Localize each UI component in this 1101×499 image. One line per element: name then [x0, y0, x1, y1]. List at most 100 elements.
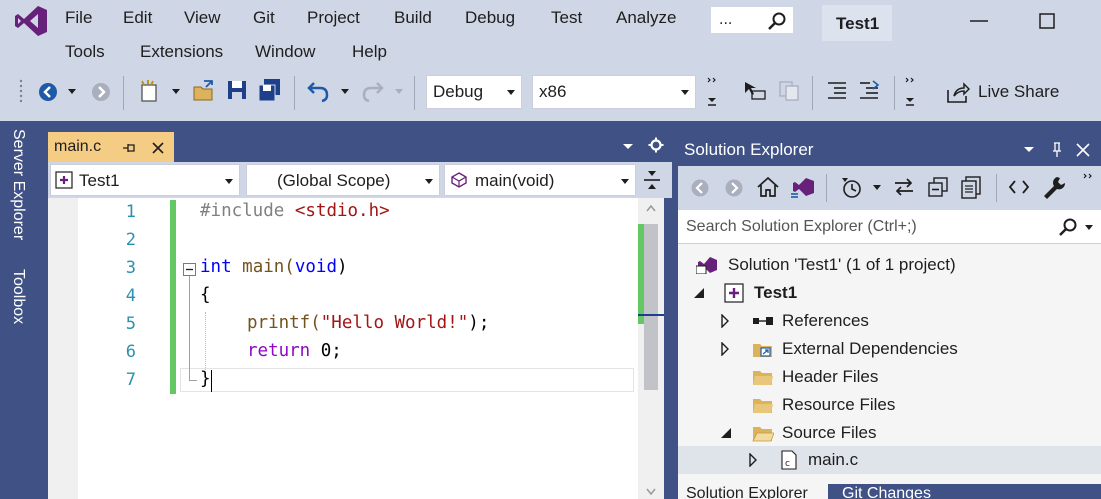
navigate-back-icon[interactable]	[37, 81, 59, 103]
tree-item-external-dependencies[interactable]: External Dependencies	[690, 335, 1090, 363]
toolbar-grip-icon[interactable]	[18, 78, 24, 104]
toolbox-tab[interactable]: Toolbox	[0, 269, 38, 349]
collapsed-arrow-icon[interactable]	[720, 314, 730, 328]
bottom-tab-git-changes[interactable]: Git Changes	[832, 484, 944, 499]
save-icon[interactable]	[226, 79, 248, 101]
preprocessor-directive: #include	[200, 201, 285, 221]
editor-tab-main-c[interactable]: main.c	[48, 132, 174, 162]
redo-dropdown-chevron-icon[interactable]	[394, 88, 404, 96]
tree-item-project[interactable]: Test1	[690, 279, 1090, 307]
collapse-all-icon[interactable]	[926, 176, 950, 198]
new-dropdown-chevron-icon[interactable]	[171, 88, 181, 96]
platform-dropdown-arrow-icon	[681, 90, 689, 95]
search-options-chevron-icon[interactable]	[1084, 224, 1094, 232]
bottom-tab-solution-explorer[interactable]: Solution Explorer	[678, 484, 828, 499]
menu-git[interactable]: Git	[253, 8, 275, 28]
search-input[interactable]: ...	[710, 6, 794, 34]
tree-item-resource-files[interactable]: Resource Files	[690, 391, 1090, 419]
show-all-files-icon[interactable]	[960, 175, 984, 199]
code-editor[interactable]	[48, 198, 664, 499]
scope-select[interactable]: (Global Scope)	[246, 164, 440, 196]
tree-item-main-c[interactable]: c main.c	[678, 446, 1101, 474]
view-code-icon[interactable]	[1008, 178, 1030, 196]
scrollbar-thumb[interactable]	[644, 224, 658, 390]
menu-test[interactable]: Test	[551, 8, 582, 28]
step-into-icon[interactable]	[742, 79, 768, 103]
editor-margin	[48, 198, 78, 499]
open-file-icon[interactable]	[192, 79, 216, 103]
menu-file[interactable]: File	[65, 8, 92, 28]
tree-item-source-files[interactable]: Source Files	[690, 419, 1090, 447]
collapsed-arrow-icon[interactable]	[720, 342, 730, 356]
sync-with-active-document-icon[interactable]	[892, 176, 916, 198]
navigate-forward-icon[interactable]	[90, 81, 112, 103]
home-icon[interactable]	[756, 176, 780, 198]
expanded-arrow-icon[interactable]	[693, 287, 705, 299]
se-forward-icon[interactable]	[724, 178, 744, 198]
redo-icon[interactable]	[361, 79, 385, 103]
tree-item-references[interactable]: References	[690, 307, 1090, 335]
se-toolbar-overflow-icon[interactable]	[1082, 172, 1094, 186]
member-select[interactable]: main(void)	[444, 164, 636, 196]
menu-debug[interactable]: Debug	[465, 8, 515, 28]
close-tab-icon[interactable]	[150, 140, 166, 156]
member-value: main(void)	[475, 171, 555, 190]
visual-studio-logo-icon[interactable]	[14, 4, 48, 38]
editor-navigation-bar: Test1 (Global Scope) main(void)	[48, 162, 672, 198]
server-explorer-tab[interactable]: Server Explorer	[0, 129, 38, 261]
function-name: main(	[242, 257, 295, 277]
se-back-icon[interactable]	[690, 178, 710, 198]
editor-settings-gear-icon[interactable]	[648, 137, 664, 153]
filter-dropdown-chevron-icon[interactable]	[872, 184, 882, 192]
menu-help[interactable]: Help	[352, 42, 387, 62]
scope-value: (Global Scope)	[277, 171, 391, 190]
undo-icon[interactable]	[306, 79, 330, 103]
split-editor-icon[interactable]	[642, 168, 662, 192]
save-all-icon[interactable]	[257, 78, 283, 102]
minimize-icon[interactable]	[968, 14, 990, 28]
tree-item-solution[interactable]: Solution 'Test1' (1 of 1 project)	[690, 251, 1090, 279]
string-literal: "Hello World!"	[320, 313, 469, 333]
menu-extensions[interactable]: Extensions	[140, 42, 223, 62]
scroll-up-arrow-icon[interactable]	[646, 204, 656, 212]
solution-explorer-search-input[interactable]: Search Solution Explorer (Ctrl+;)	[678, 210, 1101, 244]
scroll-down-arrow-icon[interactable]	[646, 488, 656, 496]
pin-tab-icon[interactable]	[122, 142, 136, 154]
references-icon	[753, 317, 773, 325]
toolbox-label: Toolbox	[10, 269, 27, 325]
properties-wrench-icon[interactable]	[1042, 175, 1066, 199]
menu-view[interactable]: View	[184, 8, 221, 28]
toolbar-overflow-2-icon[interactable]	[904, 76, 916, 108]
menu-build[interactable]: Build	[394, 8, 432, 28]
maximize-icon[interactable]	[1038, 12, 1056, 30]
resource-files-label: Resource Files	[782, 395, 896, 414]
toolbar-overflow-icon[interactable]	[706, 76, 718, 108]
undo-dropdown-chevron-icon[interactable]	[340, 88, 350, 96]
solution-configuration-select[interactable]: Debug	[426, 75, 522, 109]
auto-hide-pin-icon[interactable]	[1050, 141, 1064, 159]
new-project-icon[interactable]	[138, 79, 162, 103]
menu-analyze[interactable]: Analyze	[616, 8, 676, 28]
tree-item-header-files[interactable]: Header Files	[690, 363, 1090, 391]
uncomment-lines-icon[interactable]	[858, 80, 882, 100]
comment-block-icon[interactable]	[776, 79, 802, 103]
menu-tools[interactable]: Tools	[65, 42, 105, 62]
collapse-region-icon[interactable]	[183, 263, 196, 276]
menu-edit[interactable]: Edit	[123, 8, 152, 28]
tab-list-dropdown-icon[interactable]	[622, 143, 634, 151]
live-share-button[interactable]: Live Share	[940, 76, 1070, 110]
expanded-arrow-icon[interactable]	[720, 427, 732, 439]
pending-changes-filter-icon[interactable]	[840, 176, 864, 200]
editor-vertical-scrollbar[interactable]	[638, 198, 664, 499]
project-context-select[interactable]: Test1	[50, 164, 240, 196]
close-panel-icon[interactable]	[1075, 142, 1091, 158]
solution-platform-select[interactable]: x86	[532, 75, 696, 109]
switch-views-icon[interactable]	[790, 176, 816, 198]
comment-lines-icon[interactable]	[826, 80, 848, 100]
line-number: 3	[125, 258, 136, 278]
collapsed-arrow-icon[interactable]	[748, 453, 758, 467]
panel-options-dropdown-icon[interactable]	[1023, 146, 1035, 154]
menu-window[interactable]: Window	[255, 42, 315, 62]
back-dropdown-chevron-icon[interactable]	[67, 88, 77, 96]
menu-project[interactable]: Project	[307, 8, 360, 28]
